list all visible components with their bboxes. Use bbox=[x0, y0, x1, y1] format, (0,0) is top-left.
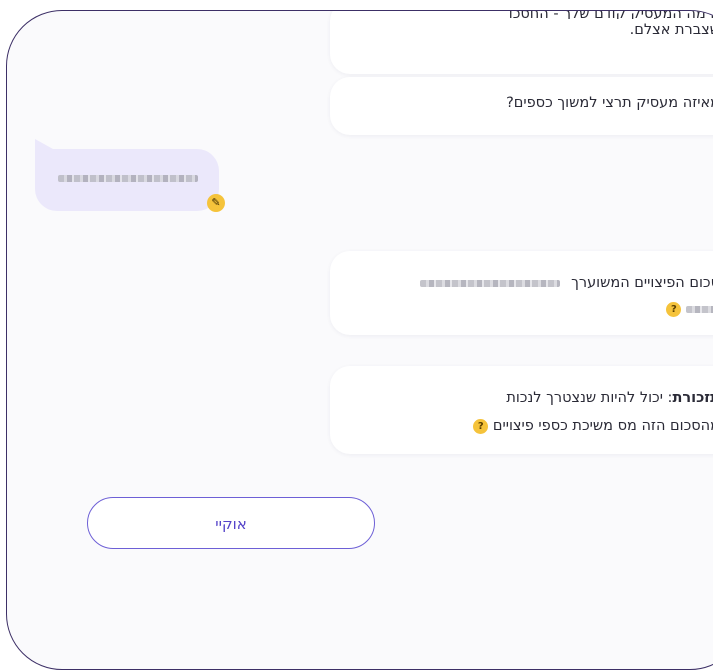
bot-message-tax-reminder: תזכורת: יכול להיות שנצטרך לנכות מהסכום ה… bbox=[330, 366, 713, 454]
bot-message-question: מאיזה מעסיק תרצי למשוך כספים? bbox=[330, 77, 713, 135]
ok-button[interactable]: אוקיי bbox=[87, 497, 375, 549]
question-mark-icon[interactable]: ? bbox=[666, 301, 682, 317]
bot-message-line: שצברת אצלם. bbox=[629, 22, 713, 38]
question-mark-icon[interactable]: ? bbox=[473, 418, 489, 434]
bot-message-line-clipped: ם מה המעסיק קודם שלך - החסכו bbox=[508, 10, 713, 19]
bot-message-text: סכום הפיצויים המשוערך bbox=[571, 275, 713, 291]
bot-message-severance-estimate: סכום הפיצויים המשוערך ? bbox=[330, 251, 713, 335]
redacted-amount bbox=[686, 305, 713, 313]
bot-message-employer-intro: ם מה המעסיק קודם שלך - החסכו שצברת אצלם. bbox=[330, 10, 713, 74]
redacted-text bbox=[58, 175, 198, 182]
chat-frame: ם מה המעסיק קודם שלך - החסכו שצברת אצלם.… bbox=[6, 10, 713, 670]
redacted-value bbox=[420, 279, 561, 287]
bot-message-text: מאיזה מעסיק תרצי למשוך כספים? bbox=[506, 95, 713, 111]
reminder-text: : יכול להיות שנצטרך לנכות bbox=[506, 390, 673, 406]
user-message-bubble bbox=[35, 139, 219, 211]
reminder-label: תזכורת bbox=[672, 390, 713, 406]
reminder-text-line2: מהסכום הזה מס משיכת כספי פיצויים bbox=[492, 418, 713, 434]
pencil-icon[interactable]: ✎ bbox=[207, 194, 225, 212]
